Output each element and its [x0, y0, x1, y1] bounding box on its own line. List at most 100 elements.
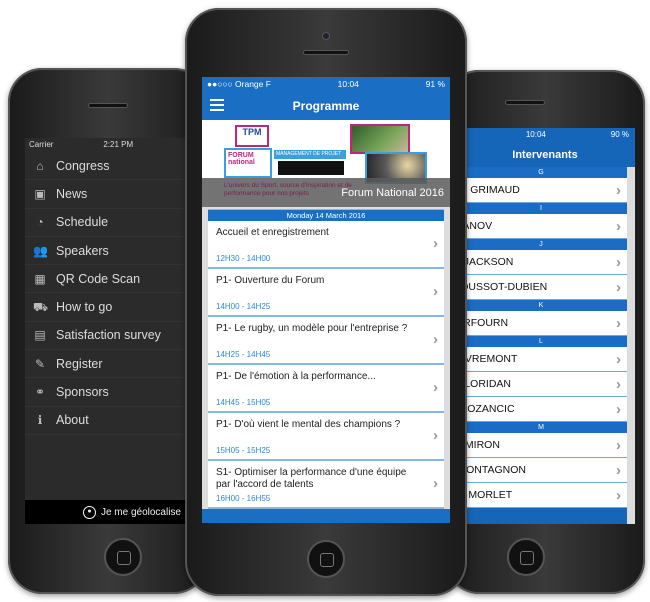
day-header: Monday 14 March 2016	[208, 209, 444, 221]
speaker-name: es JOUSSOT-DUBIEN	[455, 281, 548, 293]
speaker-item[interactable]: anie JACKSON›	[455, 250, 627, 275]
menu-item-how-to-go[interactable]: ⛟ How to go	[25, 293, 187, 322]
session-time: 14H45 - 15H05	[216, 398, 271, 407]
chevron-right-icon: ›	[616, 278, 621, 296]
chevron-right-icon: ›	[616, 375, 621, 393]
chevron-right-icon: ›	[616, 461, 621, 479]
scrollbar[interactable]	[627, 167, 635, 524]
menu-item-register[interactable]: ✎ Register	[25, 350, 187, 379]
handshake-icon: ⚭	[34, 385, 46, 400]
status-bar: 10:04 90 %	[455, 128, 635, 143]
section-letter: J	[455, 239, 627, 250]
hamburger-menu-icon[interactable]	[210, 99, 224, 114]
clipboard-icon: ▤	[34, 328, 46, 343]
home-button[interactable]	[307, 540, 345, 578]
home-button[interactable]	[104, 538, 142, 576]
speaker-item[interactable]: es JOUSSOT-DUBIEN ›	[455, 275, 627, 300]
location-pin-icon: ●	[82, 505, 96, 519]
session-item[interactable]: P1- D'où vient le mental des champions ?…	[208, 413, 444, 461]
menu-item-schedule[interactable]: ◔ Schedule	[25, 209, 187, 237]
map-icon: ⛟	[33, 300, 49, 315]
side-menu: ⌂ Congress ▣ News ◔ Schedule 👥 Speakers ▦ QR Code…	[25, 152, 187, 435]
speaker-item[interactable]: c LIEVREMONT›	[455, 347, 627, 372]
chevron-right-icon: ›	[616, 217, 621, 235]
geolocate-button[interactable]: ● Je me géolocalise	[25, 500, 187, 524]
menu-item-label: QR Code Scan	[56, 271, 141, 286]
session-time: 14H25 - 14H45	[216, 350, 271, 359]
session-item[interactable]: P1- Le rugby, un modèle pour l'entrepris…	[208, 317, 444, 365]
session-item[interactable]: S1- Optimiser la performance d'une équip…	[208, 461, 444, 509]
project-label: MANAGEMENT DE PROJET	[274, 150, 346, 159]
session-title: P1- D'où vient le mental des champions ?	[216, 419, 401, 430]
chevron-right-icon: ›	[433, 379, 438, 396]
people-icon: 👥	[33, 243, 48, 258]
chevron-right-icon: ›	[433, 475, 438, 492]
clock: 10:04	[337, 79, 359, 89]
clock-icon: ◔	[36, 215, 44, 230]
section-letter: K	[455, 300, 627, 311]
chevron-right-icon: ›	[616, 436, 621, 454]
session-item[interactable]: P1- Ouverture du Forum 14H00 - 14H25 ›	[208, 269, 444, 317]
speaker	[88, 103, 128, 108]
menu-item-label: Satisfaction survey	[56, 328, 161, 343]
nav-bar: Programme	[202, 91, 450, 120]
menu-item-satisfaction-survey[interactable]: ▤ Satisfaction survey	[25, 322, 187, 351]
speaker-item[interactable]: ana LOZANCIC›	[455, 397, 627, 422]
carrier: Carrier	[29, 140, 54, 149]
menu-item-label: How to go	[56, 300, 113, 315]
battery: 91 %	[425, 79, 445, 89]
banner-title: Forum National 2016	[341, 187, 444, 199]
speakers-screen: 10:04 90 % Intervenants Gabeth GRIMAUD›Ie…	[455, 128, 635, 524]
session-title: Accueil et enregistrement	[216, 227, 329, 238]
menu-item-sponsors[interactable]: ⚭ Sponsors	[25, 378, 187, 407]
status-bar: ●●○○○ Orange F 10:04 91 %	[202, 77, 450, 91]
camera	[322, 32, 330, 40]
page-title: Intervenants	[512, 149, 578, 161]
menu-item-label: News	[56, 186, 88, 201]
session-title: P1- Le rugby, un modèle pour l'entrepris…	[216, 323, 408, 334]
speaker-item[interactable]: hard MIRON›	[455, 433, 627, 458]
section-letter: M	[455, 422, 627, 433]
chevron-right-icon: ›	[433, 235, 438, 252]
chevron-right-icon: ›	[433, 283, 438, 300]
speaker-item[interactable]: c KERFOURN›	[455, 311, 627, 336]
qr-code-icon: ▦	[34, 271, 46, 286]
chevron-right-icon: ›	[616, 400, 621, 418]
menu-item-qr-code-scan[interactable]: ▦ QR Code Scan	[25, 265, 187, 294]
clock: 10:04	[525, 130, 546, 139]
session-time: 14H00 - 14H25	[216, 302, 271, 311]
home-button[interactable]	[507, 538, 545, 576]
battery: 90 %	[610, 130, 629, 139]
menu-item-congress[interactable]: ⌂ Congress	[25, 152, 187, 181]
clock: 2:21 PM	[103, 140, 134, 149]
session-list: Accueil et enregistrement 12H30 - 14H00 › P…	[208, 221, 444, 509]
banner-photo-sport	[350, 124, 410, 154]
menu-screen: Carrier 2:21 PM ⌂ Congress ▣ News ◔ Schedule 👥 S…	[25, 138, 187, 524]
speaker-item[interactable]: vie MONTAGNON›	[455, 458, 627, 483]
session-item[interactable]: Accueil et enregistrement 12H30 - 14H00 ›	[208, 221, 444, 269]
menu-item-about[interactable]: ℹ About	[25, 407, 187, 435]
menu-item-label: About	[56, 413, 89, 428]
menu-item-label: Congress	[56, 158, 110, 173]
session-time: 16H00 - 16H55	[216, 494, 271, 503]
menu-item-news[interactable]: ▣ News	[25, 180, 187, 209]
speaker-item[interactable]: istine MORLET›	[455, 483, 627, 508]
chevron-right-icon: ›	[433, 427, 438, 444]
session-title: P1- Ouverture du Forum	[216, 275, 325, 286]
status-bar: Carrier 2:21 PM	[25, 138, 187, 152]
speaker	[303, 50, 349, 55]
session-item[interactable]: P1- De l'émotion à la performance... 14H4…	[208, 365, 444, 413]
speaker-item[interactable]: ome LORIDAN›	[455, 372, 627, 397]
forum-logo: FORUM national	[224, 148, 272, 178]
date-strip	[278, 161, 344, 175]
speaker-item[interactable]: abeth GRIMAUD›	[455, 178, 627, 203]
menu-item-speakers[interactable]: 👥 Speakers	[25, 237, 187, 266]
menu-item-label: Schedule	[56, 215, 109, 230]
session-time: 15H05 - 15H25	[216, 446, 271, 455]
speaker-list: Gabeth GRIMAUD›Ier IVANOV›Janie JACKSON›…	[455, 167, 635, 508]
speaker-item[interactable]: er IVANOV›	[455, 214, 627, 239]
speaker	[505, 100, 545, 105]
geolocate-label: Je me géolocalise	[100, 506, 181, 518]
left-phone: Carrier 2:21 PM ⌂ Congress ▣ News ◔ Schedule 👥 S…	[8, 68, 208, 594]
chevron-right-icon: ›	[616, 181, 621, 199]
